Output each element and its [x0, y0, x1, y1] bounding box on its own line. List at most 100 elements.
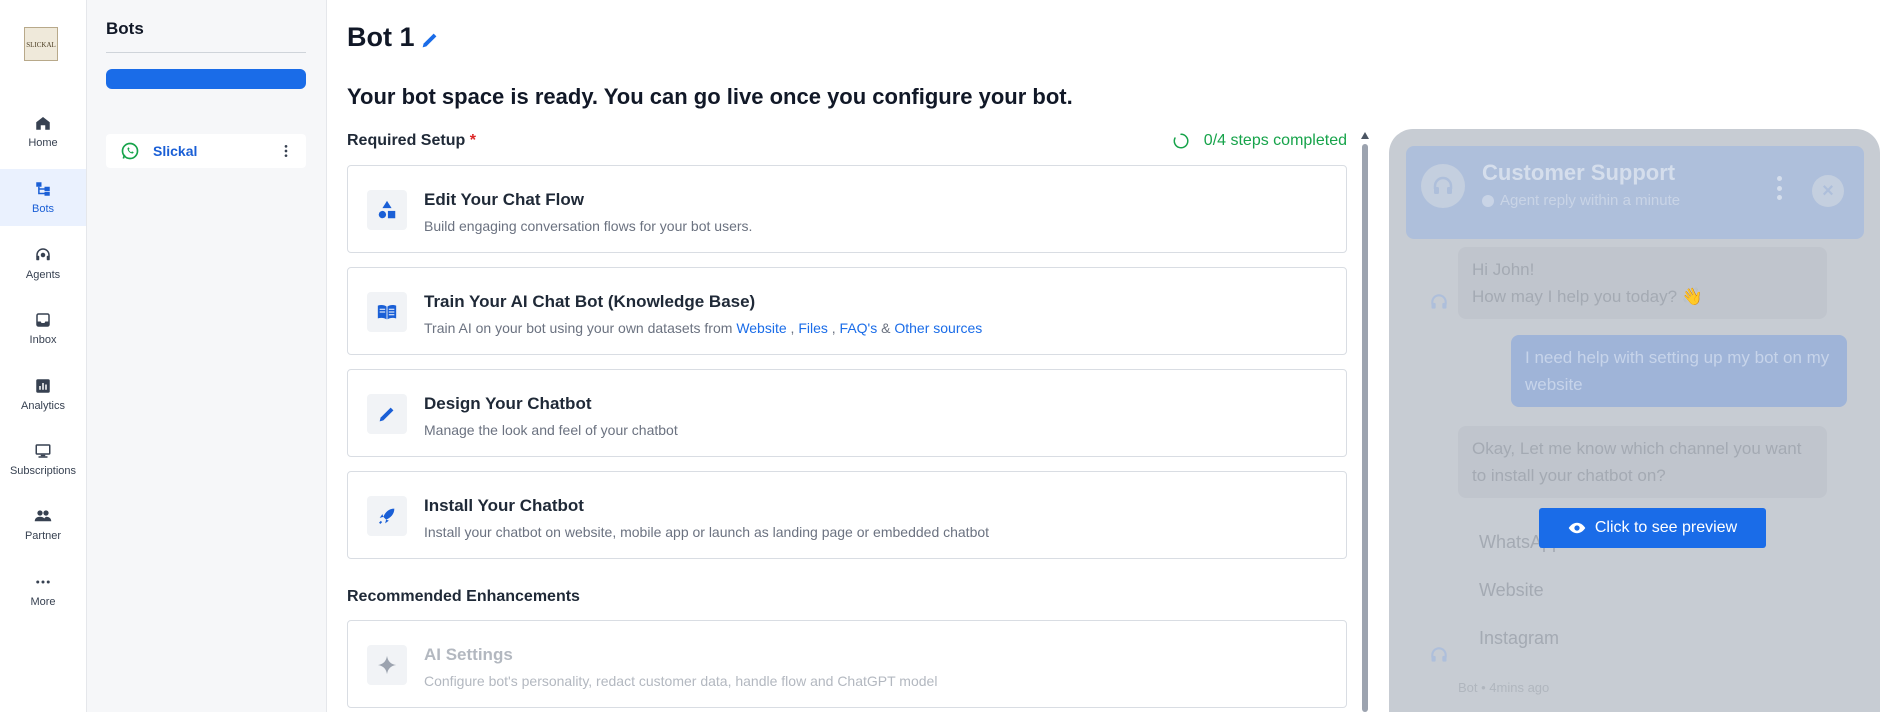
pencil-icon — [379, 407, 394, 422]
preview-kebab-icon — [1777, 176, 1783, 200]
nav-partner-label: Partner — [24, 530, 62, 542]
card-description: Train AI on your bot using your own data… — [424, 320, 982, 336]
link-files[interactable]: Files — [798, 320, 828, 336]
bot-title-text: Bot 1 — [347, 22, 415, 52]
card-title: Design Your Chatbot — [424, 394, 592, 413]
nav-agents[interactable]: Agents — [0, 235, 86, 292]
card-title: Train Your AI Chat Bot (Knowledge Base) — [424, 292, 756, 311]
recommended-label: Recommended Enhancements — [347, 588, 580, 605]
user-message: I need help with setting up my bot on my… — [1511, 335, 1847, 407]
see-preview-label: Click to see preview — [1594, 519, 1738, 536]
channel-option: Instagram — [1479, 628, 1560, 648]
bots-panel-title: Bots — [106, 19, 144, 38]
bot-message: Hi John! How may I help you today? 👋 — [1458, 247, 1827, 319]
nav-more-label: More — [30, 596, 56, 608]
nav-bots-label: Bots — [31, 203, 54, 215]
enhancement-card-ai-settings[interactable]: AI Settings Configure bot's personality,… — [347, 620, 1347, 708]
bots-icon — [36, 182, 50, 196]
headset-icon — [1431, 647, 1447, 662]
chat-preview: Customer Support Agent reply within a mi… — [1389, 129, 1880, 712]
card-icon-box — [367, 496, 407, 536]
kebab-menu-icon[interactable] — [278, 143, 294, 159]
card-description: Configure bot's personality, redact cust… — [424, 673, 938, 689]
more-icon — [36, 580, 50, 584]
subscriptions-icon — [35, 444, 51, 458]
card-description: Build engaging conversation flows for yo… — [424, 218, 753, 234]
scroll-up-arrow[interactable] — [1361, 132, 1369, 139]
link-separator: , — [827, 320, 840, 336]
link-separator: , — [786, 320, 799, 336]
left-nav-rail: SLICKAL Home Bots Agents Inbox Analytics… — [0, 0, 87, 712]
create-bot-button[interactable] — [106, 69, 306, 89]
card-description: Install your chatbot on website, mobile … — [424, 524, 990, 540]
link-separator: & — [877, 320, 895, 336]
divider — [106, 52, 306, 53]
scrollbar-thumb[interactable] — [1362, 144, 1368, 712]
bot-message-line: How may I help you today? 👋 — [1472, 287, 1703, 306]
progress-spinner-icon — [1173, 133, 1189, 149]
bot-list-item[interactable]: Slickal — [106, 134, 306, 168]
edit-pencil-icon[interactable] — [419, 29, 441, 51]
main-content: Bot 1 Your bot space is ready. You can g… — [347, 0, 1347, 712]
card-icon-box — [367, 190, 407, 230]
nav-home-label: Home — [28, 137, 58, 149]
preview-subtitle-text: Agent reply within a minute — [1500, 192, 1681, 209]
required-star: * — [469, 132, 476, 149]
nav-analytics[interactable]: Analytics — [0, 366, 86, 423]
steps-text: 0/4 steps completed — [1203, 132, 1347, 149]
setup-card-install[interactable]: Install Your Chatbot Install your chatbo… — [347, 471, 1347, 559]
preview-title: Customer Support — [1482, 160, 1676, 185]
setup-card-chat-flow[interactable]: Edit Your Chat Flow Build engaging conve… — [347, 165, 1347, 253]
headset-icon — [1431, 294, 1447, 309]
see-preview-button[interactable]: Click to see preview — [1539, 508, 1766, 548]
card-title: AI Settings — [424, 645, 513, 664]
steps-progress: 0/4 steps completed — [1172, 132, 1347, 150]
bot-message-line: Hi John! — [1472, 260, 1535, 279]
nav-analytics-label: Analytics — [20, 400, 66, 412]
card-icon-box — [367, 645, 407, 685]
inbox-icon — [36, 313, 50, 327]
preview-close-icon: × — [1812, 175, 1844, 207]
rocket-icon — [379, 508, 395, 524]
nav-more[interactable]: More — [0, 562, 86, 619]
setup-card-design[interactable]: Design Your Chatbot Manage the look and … — [347, 369, 1347, 457]
book-icon — [377, 304, 397, 320]
channel-option: Website — [1479, 580, 1544, 600]
message-meta: Bot • 4mins ago — [1458, 680, 1550, 695]
nav-home[interactable]: Home — [0, 103, 86, 160]
nav-partner[interactable]: Partner — [0, 496, 86, 553]
agent-avatar — [1421, 164, 1465, 208]
analytics-icon — [36, 379, 50, 393]
shapes-icon — [378, 200, 396, 219]
nav-agents-label: Agents — [25, 269, 61, 281]
nav-inbox[interactable]: Inbox — [0, 300, 86, 357]
app-root: SLICKAL Home Bots Agents Inbox Analytics… — [0, 0, 1902, 712]
clock-icon — [1482, 194, 1494, 207]
headset-icon — [1433, 176, 1453, 194]
home-icon — [36, 117, 50, 130]
nav-subscriptions[interactable]: Subscriptions — [0, 431, 86, 488]
link-website[interactable]: Website — [736, 320, 786, 336]
setup-card-knowledge-base[interactable]: Train Your AI Chat Bot (Knowledge Base) … — [347, 267, 1347, 355]
whatsapp-icon — [121, 142, 139, 160]
required-setup-label: Required Setup * — [347, 132, 476, 150]
card-title: Install Your Chatbot — [424, 496, 584, 515]
link-faqs[interactable]: FAQ's — [840, 320, 878, 336]
nav-subscriptions-label: Subscriptions — [9, 465, 77, 477]
card-icon-box — [367, 394, 407, 434]
page-title: Bot 1 — [347, 22, 441, 53]
bot-name: Slickal — [153, 143, 198, 159]
preview-chat-header: Customer Support Agent reply within a mi… — [1406, 146, 1864, 239]
partner-icon — [34, 510, 52, 522]
nav-bots[interactable]: Bots — [0, 169, 86, 226]
link-other-sources[interactable]: Other sources — [894, 320, 982, 336]
bots-panel: Bots Slickal — [87, 0, 327, 712]
nav-inbox-label: Inbox — [29, 334, 57, 346]
brand-logo[interactable]: SLICKAL — [24, 27, 58, 61]
setup-headline: Your bot space is ready. You can go live… — [347, 84, 1073, 109]
eye-icon — [1568, 522, 1586, 534]
card-icon-box — [367, 292, 407, 332]
card-title: Edit Your Chat Flow — [424, 190, 584, 209]
sparkle-icon — [377, 655, 397, 675]
bot-message: Okay, Let me know which channel you want… — [1458, 426, 1827, 498]
